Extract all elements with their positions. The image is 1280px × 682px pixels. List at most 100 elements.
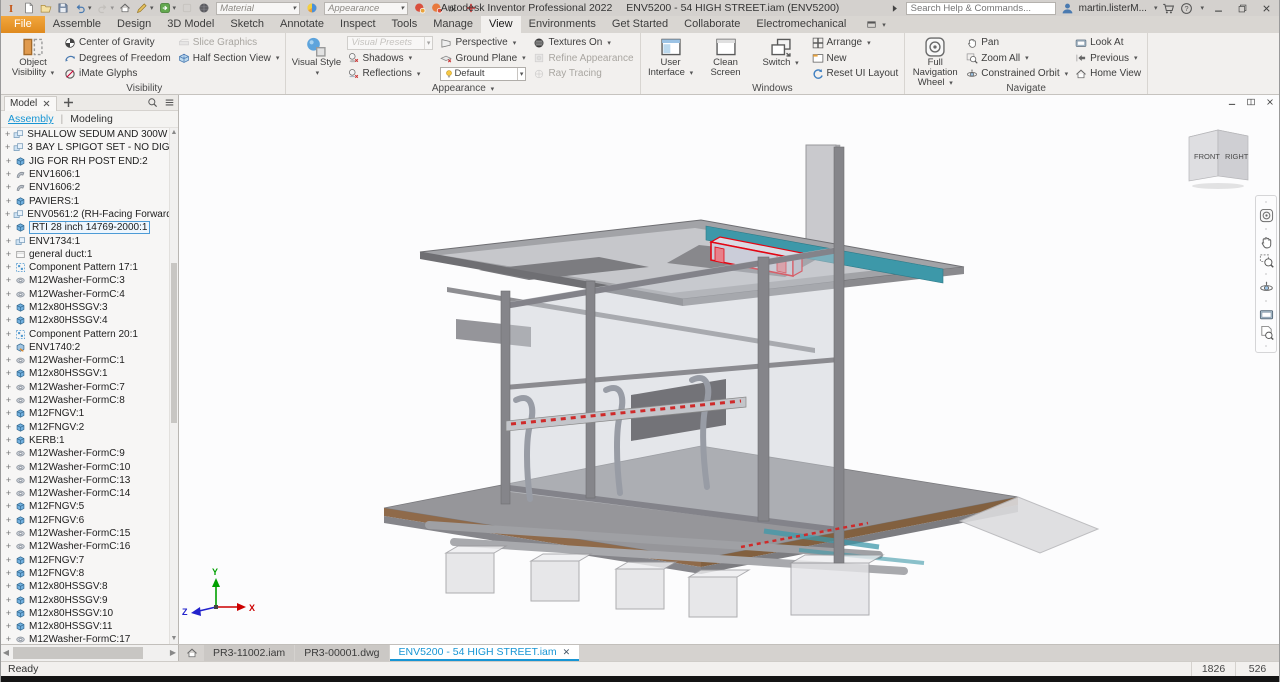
undo-button[interactable]: ▾ <box>72 0 94 16</box>
expander-icon[interactable]: + <box>5 556 12 565</box>
expander-icon[interactable]: + <box>5 157 12 166</box>
navbar-orbit-icon[interactable] <box>1259 280 1274 295</box>
half-section-view-button[interactable]: Half Section View▾ <box>176 51 282 67</box>
document-close-icon[interactable] <box>1265 97 1275 107</box>
tree-item-m12x80hssgv-1[interactable]: +M12x80HSSGV:1 <box>1 367 169 380</box>
ribbon-tab-inspect[interactable]: Inspect <box>332 16 383 33</box>
open-folder-button[interactable] <box>38 0 54 16</box>
home-dashboard-button[interactable] <box>181 645 203 661</box>
expander-icon[interactable]: + <box>5 622 12 631</box>
navbar-nav-wheel-icon[interactable] <box>1259 208 1274 223</box>
center-of-gravity-button[interactable]: Center of Gravity <box>62 35 173 51</box>
look-at-button[interactable]: Look At <box>1073 35 1143 51</box>
expander-icon[interactable]: + <box>5 449 12 458</box>
browser-horizontal-scrollbar[interactable]: ◀ ▶ <box>1 645 179 661</box>
scroll-up-icon[interactable]: ▲ <box>170 128 178 138</box>
document-minimize-icon[interactable] <box>1227 97 1237 107</box>
navbar-zoom-selected-icon[interactable] <box>1259 325 1274 340</box>
expander-icon[interactable]: + <box>5 197 12 206</box>
object-visibility-button[interactable]: Object Visibility ▾ <box>7 34 59 81</box>
ribbon-tab-file[interactable]: File <box>1 16 45 33</box>
browser-tab-model[interactable]: Model <box>4 96 57 111</box>
tree-item-m12x80hssgv-3[interactable]: +M12x80HSSGV:3 <box>1 301 169 314</box>
tree-item-env1606-1[interactable]: +ENV1606:1 <box>1 168 169 181</box>
tree-item-m12washer-formc-15[interactable]: +M12Washer-FormC:15 <box>1 527 169 540</box>
inventor-logo-button[interactable]: I <box>4 0 20 16</box>
expander-icon[interactable]: + <box>5 542 12 551</box>
tree-item-component-pattern-20-1[interactable]: +Component Pattern 20:1 <box>1 327 169 340</box>
ribbon-tab-design[interactable]: Design <box>109 16 159 33</box>
tree-item-env1740-2[interactable]: +ENV1740:2 <box>1 341 169 354</box>
browser-subtab-assembly[interactable]: Assembly <box>8 113 54 125</box>
tree-item-m12washer-formc-13[interactable]: +M12Washer-FormC:13 <box>1 474 169 487</box>
reset-ui-layout-button[interactable]: Reset UI Layout <box>810 66 901 82</box>
perspective-button[interactable]: Perspective▾ <box>438 35 528 51</box>
group-label-appearance[interactable]: Appearance ▾ <box>290 82 635 95</box>
tree-item-m12washer-formc-3[interactable]: +M12Washer-FormC:3 <box>1 274 169 287</box>
tree-item-m12fngv-6[interactable]: +M12FNGV:6 <box>1 514 169 527</box>
ribbon-display-toggle[interactable]: ▾ <box>866 16 886 33</box>
full-navigation-wheel-button[interactable]: Full Navigation Wheel ▾ <box>909 34 961 81</box>
tree-item-general-duct-1[interactable]: +general duct:1 <box>1 248 169 261</box>
slice-graphics-button[interactable]: Slice Graphics <box>176 35 282 51</box>
expander-icon[interactable]: + <box>5 596 12 605</box>
ribbon-tab-assemble[interactable]: Assemble <box>45 16 109 33</box>
tree-item-m12x80hssgv-4[interactable]: +M12x80HSSGV:4 <box>1 314 169 327</box>
expander-icon[interactable]: + <box>5 356 12 365</box>
material-dropdown[interactable]: Material▾ <box>216 2 300 15</box>
expander-icon[interactable]: + <box>5 290 12 299</box>
tree-item-m12fngv-8[interactable]: +M12FNGV:8 <box>1 567 169 580</box>
textures-on-button[interactable]: Textures On▾ <box>531 35 635 51</box>
expander-icon[interactable]: + <box>5 330 12 339</box>
expander-icon[interactable]: + <box>5 369 12 378</box>
clean-screen-button[interactable]: Clean Screen <box>700 34 752 81</box>
tree-item-m12fngv-7[interactable]: +M12FNGV:7 <box>1 554 169 567</box>
ribbon-tab-3d-model[interactable]: 3D Model <box>159 16 222 33</box>
imate-glyphs-button[interactable]: iMate Glyphs <box>62 66 173 82</box>
tree-item-component-pattern-17-1[interactable]: +Component Pattern 17:1 <box>1 261 169 274</box>
ribbon-tab-annotate[interactable]: Annotate <box>272 16 332 33</box>
expander-icon[interactable]: + <box>5 223 12 232</box>
tree-item-m12x80hssgv-11[interactable]: +M12x80HSSGV:11 <box>1 620 169 633</box>
expander-icon[interactable]: + <box>5 489 12 498</box>
adjust-sphere-button[interactable] <box>412 0 428 16</box>
browser-vertical-scrollbar[interactable]: ▲ ▼ <box>169 128 178 644</box>
add-panel-icon[interactable] <box>62 96 75 109</box>
tree-item-env1734-1[interactable]: +ENV1734:1 <box>1 234 169 247</box>
ribbon-tab-manage[interactable]: Manage <box>425 16 481 33</box>
tree-item-paviers-1[interactable]: +PAVIERS:1 <box>1 194 169 207</box>
navbar-zoom-window-icon[interactable] <box>1259 253 1274 268</box>
tree-item-m12washer-formc-1[interactable]: +M12Washer-FormC:1 <box>1 354 169 367</box>
tree-item-m12fngv-5[interactable]: +M12FNGV:5 <box>1 500 169 513</box>
scrollbar-thumb[interactable] <box>171 263 177 423</box>
app-store-cart-icon[interactable] <box>1162 2 1175 15</box>
viewport-3d[interactable]: Y X Z <box>179 95 1279 644</box>
tree-item-m12washer-formc-9[interactable]: +M12Washer-FormC:9 <box>1 447 169 460</box>
expander-icon[interactable]: + <box>5 409 12 418</box>
update-button[interactable]: ▾ <box>157 0 179 16</box>
expander-icon[interactable]: + <box>5 502 12 511</box>
ribbon-tab-electromechanical[interactable]: Electromechanical <box>748 16 854 33</box>
constrained-orbit-button[interactable]: Constrained Orbit▾ <box>964 66 1070 82</box>
shadows-button[interactable]: Shadows▾ <box>345 51 435 67</box>
help-icon[interactable]: ? <box>1180 2 1193 15</box>
tree-item-m12fngv-1[interactable]: +M12FNGV:1 <box>1 407 169 420</box>
scroll-right-icon[interactable]: ▶ <box>168 645 178 661</box>
visual-style-button[interactable]: Visual Style ▾ <box>290 34 342 81</box>
ribbon-tab-sketch[interactable]: Sketch <box>222 16 272 33</box>
save-button[interactable] <box>55 0 71 16</box>
home-button[interactable] <box>117 0 133 16</box>
ground-plane-button[interactable]: Ground Plane▾ <box>438 51 528 67</box>
tree-item-m12washer-formc-16[interactable]: +M12Washer-FormC:16 <box>1 540 169 553</box>
close-button[interactable] <box>1257 3 1276 14</box>
browser-search-icon[interactable] <box>147 97 158 108</box>
tree-item-shallow-sedum-and-300w-solar-set-1[interactable]: +SHALLOW SEDUM AND 300W SOLAR SET:1 <box>1 128 169 141</box>
switch-button[interactable]: Switch ▾ <box>755 34 807 81</box>
scrollbar-thumb[interactable] <box>13 647 143 659</box>
user-menu-caret-icon[interactable]: ▾ <box>1154 4 1158 12</box>
expander-icon[interactable]: + <box>5 250 12 259</box>
arrange-button[interactable]: Arrange▾ <box>810 35 901 51</box>
username[interactable]: martin.listerM... <box>1079 3 1147 14</box>
expander-icon[interactable]: + <box>5 569 12 578</box>
navbar-look-at-icon[interactable] <box>1259 307 1274 322</box>
